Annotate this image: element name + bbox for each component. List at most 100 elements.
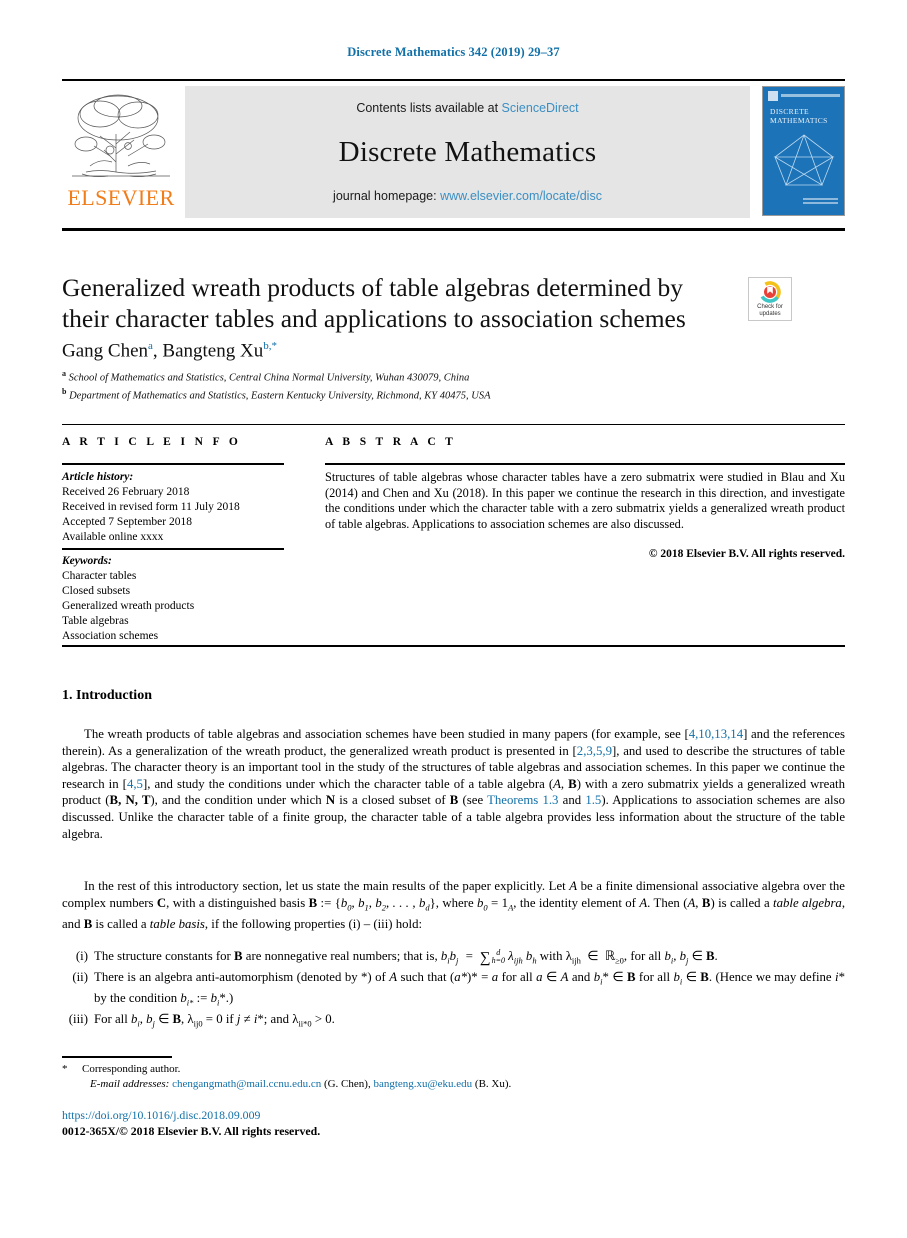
info-left-rule (62, 463, 284, 465)
doi-link[interactable]: https://doi.org/10.1016/j.disc.2018.09.0… (62, 1108, 260, 1123)
contents-prefix: Contents lists available at (356, 101, 502, 115)
article-history-label: Article history: (62, 471, 134, 483)
cover-top-bar (768, 90, 840, 101)
p2-text-13: , if the following properties (i) – (iii… (204, 916, 423, 931)
list-item: (ii) There is an algebra anti-automorphi… (62, 969, 845, 1011)
affiliation-b: b Department of Mathematics and Statisti… (62, 385, 762, 403)
crossmark-label: Check for updates (749, 304, 791, 318)
cover-pentagram-graphic (771, 131, 837, 189)
keywords-rule (62, 548, 284, 550)
citation-ref-group-2[interactable]: 2,3,5,9 (577, 744, 612, 758)
li1-text-d: . (714, 949, 718, 963)
author-1-affil-mark[interactable]: a (148, 340, 153, 352)
keyword-item: Table algebras (62, 615, 129, 627)
keywords-label: Keywords: (62, 555, 112, 567)
journal-homepage-link[interactable]: www.elsevier.com/locate/disc (440, 189, 602, 203)
copyright-line: © 2018 Elsevier B.V. All rights reserved… (648, 548, 845, 560)
keyword-item: Generalized wreath products (62, 600, 195, 612)
intro-paragraph-2: In the rest of this introductory section… (62, 878, 845, 932)
p2-text-10: ) is called a (710, 895, 774, 910)
p2-basis-list: b0, b1, b2, . . . , bd (340, 895, 430, 913)
keyword-item: Association schemes (62, 630, 159, 642)
p2-math-C: C (156, 895, 167, 910)
author-name-1: Gang Chen (62, 340, 149, 362)
crossmark-badge[interactable]: Check for updates (748, 277, 792, 321)
list-marker: (i) (75, 949, 88, 963)
cover-journal-title: DISCRETE MATHEMATICS (770, 107, 828, 125)
journal-cover-thumbnail: DISCRETE MATHEMATICS (762, 86, 845, 216)
crossmark-label-line1: Check for (757, 304, 783, 310)
keyword-item: Character tables (62, 570, 137, 582)
abstract-heading: A B S T R A C T (325, 436, 457, 448)
info-right-rule (325, 463, 845, 465)
list-item: (i) The structure constants for B are no… (62, 948, 845, 969)
asterisk-mark: * (62, 1063, 68, 1075)
p2-text-5: }, where (429, 895, 478, 910)
citation-ref-group-1[interactable]: 4,10,13,14 (689, 727, 743, 741)
paper-page: Discrete Mathematics 342 (2019) 29–37 EL… (0, 0, 907, 1238)
affiliation-a-mark: a (62, 369, 66, 378)
author-name-2: Bangteng Xu (162, 340, 264, 362)
keywords-block: Keywords: Character tables Closed subset… (62, 554, 302, 644)
p1-text-9: (see (458, 793, 488, 808)
email-owner-1: (G. Chen) (323, 1077, 368, 1090)
list-item-text: The structure constants for B are nonneg… (94, 948, 718, 966)
footnote-rule (62, 1056, 172, 1058)
elsevier-logo: ELSEVIER (62, 86, 180, 218)
li1-text-b: are nonnegative real numbers; that is, (242, 949, 441, 963)
section-heading-introduction: 1. Introduction (62, 688, 152, 703)
p2-text-8: . Then ( (647, 895, 688, 910)
article-history: Article history: Received 26 February 20… (62, 470, 302, 545)
author-list: Gang Chena, Bangteng Xub,* (62, 340, 277, 362)
li1-R: ℝ≥0 (604, 949, 624, 966)
p1-text-1: The wreath products of table algebras an… (84, 727, 689, 741)
page-title: Generalized wreath products of table alg… (62, 273, 686, 333)
li1-lambda-sub: ijh (571, 955, 581, 966)
p1-text-7: ), and the condition under which (150, 793, 326, 808)
p2-text-12: is called a (92, 916, 150, 931)
p2-text-3: , with a distinguished basis (166, 895, 309, 910)
theorem-link-1-3[interactable]: Theorems 1.3 (487, 793, 558, 807)
elsevier-wordmark: ELSEVIER (67, 185, 175, 210)
p1-text-10: and (558, 793, 586, 808)
p1-math-BNT: B, N, T (109, 793, 151, 808)
journal-title: Discrete Mathematics (338, 136, 597, 168)
p2-math-b0: b0 (477, 895, 488, 913)
history-item: Received in revised form 11 July 2018 (62, 501, 240, 513)
crossmark-icon (759, 281, 781, 303)
affiliation-a-text: School of Mathematics and Statistics, Ce… (68, 372, 470, 384)
li1-formula: bibj = ∑ d h=0 λijh bh (440, 948, 537, 966)
citation-ref-group-3[interactable]: 4,5 (127, 777, 143, 791)
author-2-affil-mark[interactable]: b,* (263, 340, 277, 352)
info-bottom-rule (62, 645, 845, 647)
p2-text-6: = 1 (487, 895, 509, 910)
contents-available-line: Contents lists available at ScienceDirec… (185, 101, 750, 115)
email-owner-2: (B. Xu) (474, 1077, 509, 1090)
intro-paragraph-1: The wreath products of table algebras an… (62, 726, 845, 842)
journal-homepage-line: journal homepage: www.elsevier.com/locat… (185, 189, 750, 203)
homepage-prefix: journal homepage: (333, 189, 441, 203)
email-link-2[interactable]: bangteng.xu@eku.edu (373, 1078, 472, 1090)
p2-text-4: := { (317, 895, 341, 910)
crossmark-label-line2: updates (759, 311, 781, 317)
sciencedirect-link[interactable]: ScienceDirect (502, 101, 579, 115)
li1-text-a: The structure constants for (94, 949, 235, 963)
list-item-text: There is an algebra anti-automorphism (d… (94, 970, 846, 1008)
affiliation-a: a School of Mathematics and Statistics, … (62, 367, 762, 385)
theorem-link-1-5[interactable]: 1.5 (585, 793, 601, 807)
elsevier-tree-icon (66, 88, 176, 188)
affiliation-b-mark: b (62, 387, 67, 396)
li3-math-B: B (172, 1012, 182, 1027)
list-marker: (ii) (72, 970, 88, 985)
list-item-text: For all bi, bj ∈ B, λij0 = 0 if j ≠ i*; … (94, 1012, 335, 1029)
p1-math-N: N (325, 793, 336, 808)
list-item: (iii) For all bi, bj ∈ B, λij0 = 0 if j … (62, 1011, 845, 1032)
cover-issue-line (781, 94, 840, 97)
cover-footer-lines (803, 198, 838, 207)
term-table-basis: table basis (149, 916, 205, 931)
masthead-bottom-rule (62, 228, 845, 231)
corresponding-author-text: Corresponding author. (82, 1063, 181, 1075)
history-item: Received 26 February 2018 (62, 486, 190, 498)
email-link-1[interactable]: chengangmath@mail.ccnu.edu.cn (172, 1078, 321, 1090)
p1-text-4: ], and study the conditions under which … (142, 776, 554, 791)
